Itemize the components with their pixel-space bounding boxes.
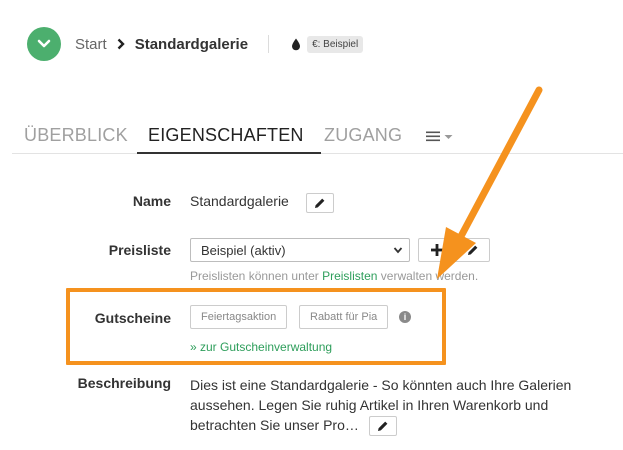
- pricelist-actions: [418, 238, 490, 262]
- plus-icon: [431, 244, 443, 256]
- pricelist-hint-text-post: verwalten werden.: [377, 269, 479, 283]
- tabs-more-menu[interactable]: [426, 131, 453, 142]
- tab-overview[interactable]: ÜBERBLICK: [24, 125, 128, 146]
- pricelist-hint: Preislisten können unter Preislisten ver…: [190, 269, 478, 283]
- tab-properties[interactable]: EIGENSCHAFTEN: [148, 125, 304, 146]
- chevron-right-icon: [117, 38, 127, 50]
- tab-bar: ÜBERBLICK EIGENSCHAFTEN ZUGANG: [12, 120, 623, 154]
- description-label: Beschreibung: [77, 375, 171, 391]
- drop-icon: [291, 38, 301, 51]
- currency-badge: €: Beispiel: [307, 35, 364, 53]
- edit-pricelist-button[interactable]: [456, 239, 490, 261]
- edit-name-button[interactable]: [306, 193, 334, 213]
- description-value: Dies ist eine Standardgalerie - So könnt…: [190, 375, 610, 437]
- caret-down-icon: [444, 134, 453, 139]
- pricelist-hint-text-pre: Preislisten können unter: [190, 269, 323, 283]
- nav-toggle-button[interactable]: [27, 27, 61, 61]
- active-tab-indicator: [137, 152, 321, 154]
- list-menu-icon: [426, 131, 440, 142]
- pencil-icon: [468, 245, 478, 255]
- breadcrumb-current: Standardgalerie: [134, 35, 249, 53]
- name-label: Name: [132, 193, 171, 209]
- pricelist-selected-value: Beispiel (aktiv): [201, 243, 286, 258]
- highlight-box: [66, 288, 446, 365]
- header: Start Standardgalerie €: Beispiel: [27, 27, 364, 61]
- pricelist-link[interactable]: Preislisten: [322, 269, 377, 283]
- add-pricelist-button[interactable]: [419, 239, 455, 261]
- chevron-down-icon: [393, 247, 403, 254]
- header-divider: [268, 35, 270, 53]
- pencil-icon: [377, 421, 388, 432]
- pricelist-label: Preisliste: [108, 242, 171, 258]
- name-value: Standardgalerie: [190, 193, 289, 209]
- breadcrumb-start-link[interactable]: Start: [75, 36, 107, 53]
- tab-access[interactable]: ZUGANG: [324, 125, 402, 146]
- pricelist-select[interactable]: Beispiel (aktiv): [190, 238, 410, 262]
- pencil-icon: [315, 198, 325, 208]
- edit-description-button[interactable]: [368, 416, 397, 437]
- chevron-down-icon: [37, 39, 51, 48]
